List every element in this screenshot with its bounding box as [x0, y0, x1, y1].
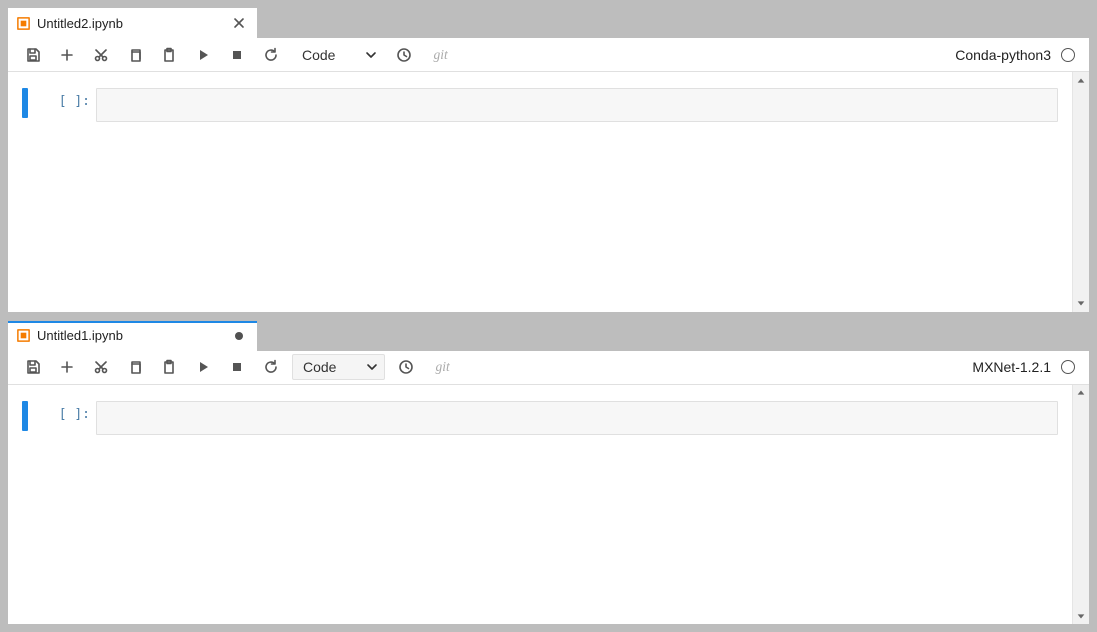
caret-up-icon [1076, 388, 1086, 398]
close-tab-button[interactable] [231, 15, 247, 31]
run-button[interactable] [186, 352, 220, 382]
chevron-down-icon [366, 361, 378, 373]
clipboard-icon [161, 47, 177, 63]
cell-type-dropdown[interactable]: Code [292, 42, 383, 68]
cell-prompt: [ ]: [54, 88, 96, 122]
restart-button[interactable] [254, 352, 288, 382]
interrupt-button[interactable] [220, 40, 254, 70]
clock-icon [396, 47, 412, 63]
caret-down-icon [1076, 298, 1086, 308]
scissors-icon [93, 47, 109, 63]
kernel-status-indicator[interactable] [1055, 48, 1081, 62]
dirty-dot-icon [235, 332, 243, 340]
cell-type-label: Code [303, 359, 336, 375]
notebook-body: [ ]: [8, 72, 1089, 312]
copy-icon [127, 359, 143, 375]
cell-input-area[interactable] [96, 88, 1058, 122]
notebook-tab[interactable]: Untitled1.ipynb [8, 321, 258, 351]
save-button[interactable] [16, 40, 50, 70]
restart-button[interactable] [254, 40, 288, 70]
command-history-button[interactable] [389, 352, 423, 382]
vertical-scrollbar[interactable] [1072, 385, 1089, 625]
code-cell[interactable]: [ ]: [22, 401, 1058, 435]
copy-button[interactable] [118, 40, 152, 70]
kernel-name[interactable]: MXNet-1.2.1 [972, 359, 1051, 375]
git-button[interactable]: git [433, 47, 447, 63]
cut-button[interactable] [84, 352, 118, 382]
tab-title: Untitled2.ipynb [37, 16, 225, 31]
paste-button[interactable] [152, 40, 186, 70]
save-button[interactable] [16, 352, 50, 382]
scroll-down-button[interactable] [1073, 295, 1090, 312]
tab-bar: Untitled1.ipynb [8, 321, 1089, 351]
scroll-up-button[interactable] [1073, 72, 1090, 89]
restart-icon [263, 359, 279, 375]
cells-area[interactable]: [ ]: [8, 385, 1072, 625]
insert-cell-button[interactable] [50, 40, 84, 70]
scroll-down-button[interactable] [1073, 607, 1090, 624]
copy-button[interactable] [118, 352, 152, 382]
caret-up-icon [1076, 76, 1086, 86]
cell-prompt: [ ]: [54, 401, 96, 435]
chevron-down-icon [365, 49, 377, 61]
play-icon [195, 359, 211, 375]
cut-button[interactable] [84, 40, 118, 70]
kernel-idle-icon [1061, 48, 1075, 62]
cell-active-marker [22, 88, 28, 118]
plus-icon [59, 47, 75, 63]
scissors-icon [93, 359, 109, 375]
command-history-button[interactable] [387, 40, 421, 70]
notebook-file-icon [16, 328, 31, 343]
cells-area[interactable]: [ ]: [8, 72, 1072, 312]
notebook-pane-0: Untitled2.ipynb [7, 7, 1090, 313]
notebook-body: [ ]: [8, 385, 1089, 625]
scroll-up-button[interactable] [1073, 385, 1090, 402]
cell-type-label: Code [302, 47, 335, 63]
clipboard-icon [161, 359, 177, 375]
tab-title: Untitled1.ipynb [37, 328, 225, 343]
plus-icon [59, 359, 75, 375]
tab-bar: Untitled2.ipynb [8, 8, 1089, 38]
caret-down-icon [1076, 611, 1086, 621]
git-button[interactable]: git [435, 359, 449, 375]
stop-icon [229, 47, 245, 63]
kernel-idle-icon [1061, 360, 1075, 374]
code-cell[interactable]: [ ]: [22, 88, 1058, 122]
save-icon [25, 359, 41, 375]
close-icon [231, 15, 247, 31]
unsaved-indicator[interactable] [231, 328, 247, 344]
cell-input-area[interactable] [96, 401, 1058, 435]
insert-cell-button[interactable] [50, 352, 84, 382]
restart-icon [263, 47, 279, 63]
kernel-name[interactable]: Conda-python3 [955, 47, 1051, 63]
save-icon [25, 47, 41, 63]
cell-type-dropdown[interactable]: Code [292, 354, 385, 380]
clock-icon [398, 359, 414, 375]
play-icon [195, 47, 211, 63]
notebook-pane-1: Untitled1.ipynb [7, 320, 1090, 626]
kernel-status-indicator[interactable] [1055, 360, 1081, 374]
notebook-tab[interactable]: Untitled2.ipynb [8, 8, 258, 38]
notebook-file-icon [16, 16, 31, 31]
run-button[interactable] [186, 40, 220, 70]
paste-button[interactable] [152, 352, 186, 382]
stop-icon [229, 359, 245, 375]
copy-icon [127, 47, 143, 63]
notebook-toolbar: Code git MXNet-1.2.1 [8, 351, 1089, 385]
cell-active-marker [22, 401, 28, 431]
notebook-toolbar: Code git Conda-python3 [8, 38, 1089, 72]
vertical-scrollbar[interactable] [1072, 72, 1089, 312]
interrupt-button[interactable] [220, 352, 254, 382]
